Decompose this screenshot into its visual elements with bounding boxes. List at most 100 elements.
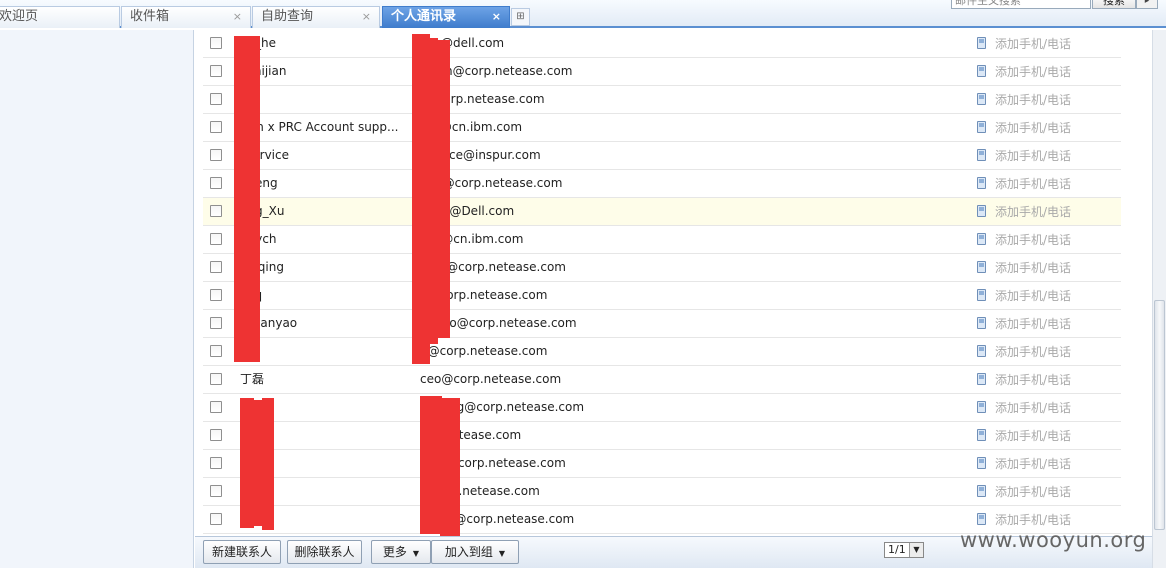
contact-email[interactable]: u@corp.netease.com — [420, 338, 547, 365]
add-phone-link[interactable]: 添加手机/电话 — [995, 366, 1071, 395]
add-phone-link[interactable]: 添加手机/电话 — [995, 30, 1071, 59]
contact-row[interactable]: Tt@corp.netease.com添加手机/电话 — [203, 86, 1121, 114]
add-phone-link[interactable]: 添加手机/电话 — [995, 142, 1071, 171]
contact-row[interactable]: ebin@corp.netease.com 添加手机/电话 — [203, 450, 1121, 478]
phone-icon — [977, 121, 986, 133]
new-tab-icon[interactable]: ⊞ — [511, 8, 530, 26]
contact-checkbox[interactable] — [210, 149, 222, 161]
contact-row[interactable]: orp.netease.com 添加手机/电话 — [203, 422, 1121, 450]
contact-checkbox[interactable] — [210, 401, 222, 413]
contact-row[interactable]: oyqq@corp.netease.com添加手机/电话 — [203, 282, 1121, 310]
contact-checkbox[interactable] — [210, 261, 222, 273]
add-phone-link[interactable]: 添加手机/电话 — [995, 254, 1071, 283]
contact-checkbox[interactable] — [210, 289, 222, 301]
contact-name[interactable]: an_he — [240, 30, 415, 57]
contact-checkbox[interactable] — [210, 317, 222, 329]
contact-checkbox[interactable] — [210, 345, 222, 357]
contact-email[interactable]: ceo@corp.netease.com — [420, 366, 561, 393]
add-phone-link[interactable]: 添加手机/电话 — [995, 478, 1071, 507]
contact-row[interactable]: oyiqing qing@corp.netease.com 添加手机/电话 — [203, 254, 1121, 282]
tab-label: 收件箱 — [130, 9, 170, 24]
contact-checkbox[interactable] — [210, 205, 222, 217]
contact-checkbox[interactable] — [210, 37, 222, 49]
phone-icon — [977, 317, 986, 329]
contact-checkbox[interactable] — [210, 373, 222, 385]
contact-name[interactable]: oyq — [240, 282, 415, 309]
tab-personal-address-book[interactable]: 个人通讯录 × — [382, 6, 510, 28]
contact-name[interactable]: 丁磊 — [240, 366, 415, 393]
contact-name[interactable]: ngych — [240, 226, 415, 253]
contact-name[interactable]: u — [240, 338, 415, 365]
phone-icon — [977, 93, 986, 105]
phone-icon — [977, 233, 986, 245]
contact-checkbox[interactable] — [210, 93, 222, 105]
contact-row[interactable]: _service service@inspur.com 添加手机/电话 — [203, 142, 1121, 170]
add-phone-link[interactable]: 添加手机/电话 — [995, 422, 1071, 451]
page-selector[interactable]: 1/1 ▼ — [884, 542, 924, 558]
close-icon[interactable]: × — [362, 7, 371, 27]
contact-row[interactable]: tem x PRC Account supp... upt@cn.ibm.com 添… — [203, 114, 1121, 142]
contact-checkbox[interactable] — [210, 121, 222, 133]
contact-row[interactable]: an_he_he@dell.com添加手机/电话 — [203, 30, 1121, 58]
contact-name[interactable]: nzhijian — [240, 58, 415, 85]
add-phone-link[interactable]: 添加手机/电话 — [995, 310, 1071, 339]
scrollbar-thumb[interactable] — [1154, 300, 1165, 530]
phone-icon — [977, 373, 986, 385]
add-phone-link[interactable]: 添加手机/电话 — [995, 282, 1071, 311]
contact-row[interactable]: ngychych@cn.ibm.com添加手机/电话 — [203, 226, 1121, 254]
contact-row[interactable]: neliang@corp.netease.com 添加手机/电话 — [203, 394, 1121, 422]
add-to-group-dropdown-button[interactable]: 加入到组 ▼ — [431, 540, 519, 564]
phone-icon — [977, 485, 986, 497]
search-options-icon[interactable]: ▸ — [1136, 0, 1158, 9]
add-phone-link[interactable]: 添加手机/电话 — [995, 170, 1071, 199]
tab-welcome[interactable]: 欢迎页 — [0, 6, 120, 28]
contact-row[interactable]: apengeng@corp.netease.com添加手机/电话 — [203, 170, 1121, 198]
delete-contact-button[interactable]: 删除联系人 — [287, 540, 362, 564]
contact-name[interactable]: _service — [240, 142, 415, 169]
add-phone-link[interactable]: 添加手机/电话 — [995, 226, 1071, 255]
more-dropdown-button[interactable]: 更多 ▼ — [371, 540, 431, 564]
add-phone-link[interactable]: 添加手机/电话 — [995, 450, 1071, 479]
button-label: 删除联系人 — [294, 545, 355, 559]
contact-name[interactable]: eng_Xu — [240, 198, 415, 225]
close-icon[interactable]: × — [233, 7, 242, 27]
contact-name[interactable]: tem x PRC Account supp... — [240, 114, 415, 141]
redaction-mark — [240, 398, 254, 528]
contact-checkbox[interactable] — [210, 457, 222, 469]
chevron-down-icon[interactable]: ▼ — [909, 543, 923, 557]
left-sidebar — [0, 30, 194, 568]
add-phone-link[interactable]: 添加手机/电话 — [995, 58, 1071, 87]
contact-checkbox[interactable] — [210, 65, 222, 77]
add-phone-link[interactable]: 添加手机/电话 — [995, 114, 1071, 143]
phone-icon — [977, 401, 986, 413]
mail-search-input[interactable]: 邮件主文搜索 — [951, 0, 1091, 9]
contact-name[interactable]: T — [240, 86, 415, 113]
contact-checkbox[interactable] — [210, 485, 222, 497]
contact-row[interactable]: u Nanyao anyao@corp.netease.com 添加手机/电话 — [203, 310, 1121, 338]
tab-label: 欢迎页 — [0, 9, 39, 24]
contact-checkbox[interactable] — [210, 177, 222, 189]
close-icon[interactable]: × — [492, 7, 501, 27]
contact-checkbox[interactable] — [210, 429, 222, 441]
scrollbar[interactable] — [1152, 30, 1166, 568]
contact-row[interactable]: 丁磊 ceo@corp.netease.com 添加手机/电话 — [203, 366, 1121, 394]
contact-row[interactable]: nzhijian hijian@corp.netease.com 添加手机/电话 — [203, 58, 1121, 86]
new-contact-button[interactable]: 新建联系人 — [203, 540, 281, 564]
contact-row[interactable]: eng_Xu g_Xu@Dell.com 添加手机/电话 — [203, 198, 1121, 226]
add-phone-link[interactable]: 添加手机/电话 — [995, 394, 1071, 423]
tab-self-service[interactable]: 自助查询 × — [252, 6, 380, 28]
add-phone-link[interactable]: 添加手机/电话 — [995, 338, 1071, 367]
contact-checkbox[interactable] — [210, 513, 222, 525]
tab-inbox[interactable]: 收件箱 × — [121, 6, 251, 28]
contact-name[interactable]: u Nanyao — [240, 310, 415, 337]
search-button[interactable]: 搜索 — [1092, 0, 1136, 9]
contact-name[interactable]: oyiqing — [240, 254, 415, 281]
contact-name[interactable]: apeng — [240, 170, 415, 197]
add-phone-link[interactable]: 添加手机/电话 — [995, 198, 1071, 227]
button-label: 新建联系人 — [211, 545, 272, 559]
contact-row[interactable]: uu@corp.netease.com 添加手机/电话 — [203, 338, 1121, 366]
contact-row[interactable]: @corp.netease.com 添加手机/电话 — [203, 478, 1121, 506]
phone-icon — [977, 37, 986, 49]
contact-checkbox[interactable] — [210, 233, 222, 245]
add-phone-link[interactable]: 添加手机/电话 — [995, 86, 1071, 115]
